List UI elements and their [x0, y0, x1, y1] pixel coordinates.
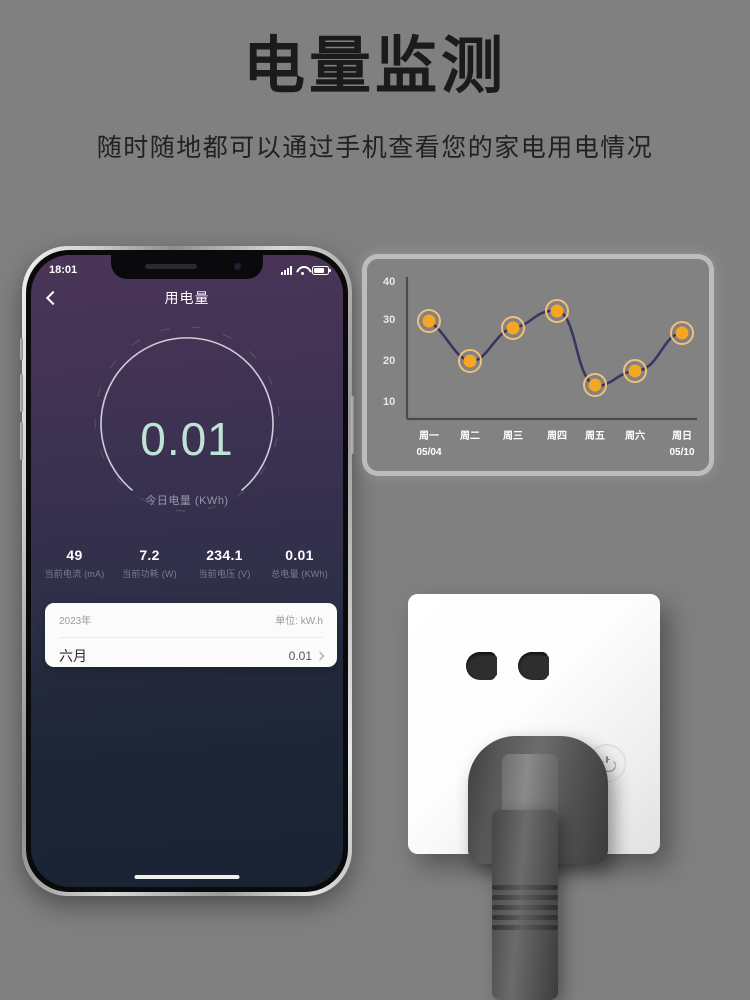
gauge-dial: 0.01 今日电量 (KWh)	[92, 324, 282, 514]
app-navbar: 用电量	[31, 281, 343, 315]
x-tick-sat: 周六	[625, 429, 645, 442]
phone-bezel: 18:01 用电量 0.01 今日电量 (KWh) 49 当前电流 (mA) 7…	[26, 250, 348, 892]
chart-marker-group	[417, 299, 694, 397]
y-tick-20: 20	[383, 355, 395, 367]
page-subtitle: 随时随地都可以通过手机查看您的家电用电情况	[96, 134, 654, 162]
data-point-wed	[506, 321, 520, 335]
back-chevron-icon[interactable]	[45, 292, 57, 304]
card-unit: 单位: kW.h	[275, 616, 323, 627]
x-tick-mon: 周一	[419, 430, 439, 442]
data-point-thu	[550, 304, 564, 318]
app-page-title: 用电量	[164, 290, 210, 306]
card-month-label: 六月	[59, 648, 87, 664]
cable-ridges	[492, 880, 558, 942]
weekly-usage-line-chart: 40 30 20 10 周一 05/04 周二 周三 周四 周五 周六 周日 0…	[383, 276, 697, 458]
card-month-value-group: 0.01	[288, 649, 325, 663]
stat-label: 当前电流 (mA)	[44, 569, 105, 579]
stat-label: 当前电压 (V)	[198, 569, 251, 579]
card-header: 2023年 单位: kW.h	[59, 612, 323, 627]
card-month-row[interactable]: 六月 0.01	[59, 637, 325, 666]
stats-row: 49 当前电流 (mA) 7.2 当前功耗 (W) 234.1 当前电压 (V)…	[31, 547, 343, 580]
data-point-fri	[588, 378, 602, 392]
data-point-sun	[675, 326, 689, 340]
x-tick-mon-date: 05/04	[416, 447, 441, 458]
status-bar-icons	[281, 265, 331, 275]
stat-item-power: 7.2 当前功耗 (W)	[112, 547, 187, 580]
earpiece-speaker-icon	[145, 264, 197, 269]
phone-screen: 18:01 用电量 0.01 今日电量 (KWh) 49 当前电流 (mA) 7…	[31, 255, 343, 887]
data-point-tue	[463, 354, 477, 368]
home-indicator[interactable]	[134, 875, 240, 879]
phone-volume-up-button[interactable]	[20, 374, 23, 412]
page-title: 电量监测	[242, 32, 507, 101]
card-month-value: 0.01	[288, 649, 312, 663]
phone-volume-down-button[interactable]	[20, 422, 23, 460]
energy-gauge: 0.01 今日电量 (KWh)	[31, 321, 343, 516]
y-tick-30: 30	[383, 314, 395, 326]
y-tick-40: 40	[383, 276, 395, 288]
stat-value: 0.01	[285, 547, 314, 563]
status-bar-time: 18:01	[49, 264, 78, 276]
stat-value: 49	[66, 547, 83, 563]
stat-item-voltage: 234.1 当前电压 (V)	[187, 547, 262, 580]
weekly-usage-chart-panel: 40 30 20 10 周一 05/04 周二 周三 周四 周五 周六 周日 0…	[362, 254, 714, 476]
stat-value: 7.2	[139, 547, 160, 563]
x-tick-fri: 周五	[585, 430, 605, 442]
stat-item-total: 0.01 总电量 (KWh)	[262, 547, 337, 580]
data-point-mon	[422, 314, 436, 328]
stat-label: 总电量 (KWh)	[271, 569, 328, 579]
signal-bars-icon	[281, 265, 292, 275]
phone-mute-switch[interactable]	[20, 338, 23, 360]
stat-value: 234.1	[206, 547, 243, 563]
stat-item-current: 49 当前电流 (mA)	[37, 547, 112, 580]
data-point-sat	[628, 364, 642, 378]
card-year: 2023年	[59, 616, 92, 627]
chevron-right-icon[interactable]	[315, 651, 325, 661]
x-tick-sun-date: 05/10	[669, 447, 694, 458]
y-tick-10: 10	[383, 396, 395, 408]
x-tick-sun: 周日	[672, 430, 692, 442]
x-tick-tue: 周二	[460, 430, 480, 442]
x-tick-wed: 周三	[503, 430, 523, 442]
gauge-value: 0.01	[140, 412, 234, 465]
phone-mockup: 18:01 用电量 0.01 今日电量 (KWh) 49 当前电流 (mA) 7…	[20, 246, 354, 896]
monthly-usage-card[interactable]: 2023年 单位: kW.h 六月 0.01	[45, 603, 337, 667]
socket-slot-right-icon	[518, 652, 549, 680]
phone-notch	[111, 255, 263, 279]
battery-icon	[312, 265, 331, 275]
gauge-label: 今日电量 (KWh)	[145, 494, 229, 507]
phone-power-button[interactable]	[351, 396, 354, 454]
power-cable	[492, 810, 558, 1000]
wifi-icon	[296, 266, 308, 275]
x-tick-thu: 周四	[547, 430, 567, 442]
stat-label: 当前功耗 (W)	[122, 569, 177, 579]
socket-slot-left-icon	[466, 652, 497, 680]
front-camera-icon	[234, 263, 241, 270]
